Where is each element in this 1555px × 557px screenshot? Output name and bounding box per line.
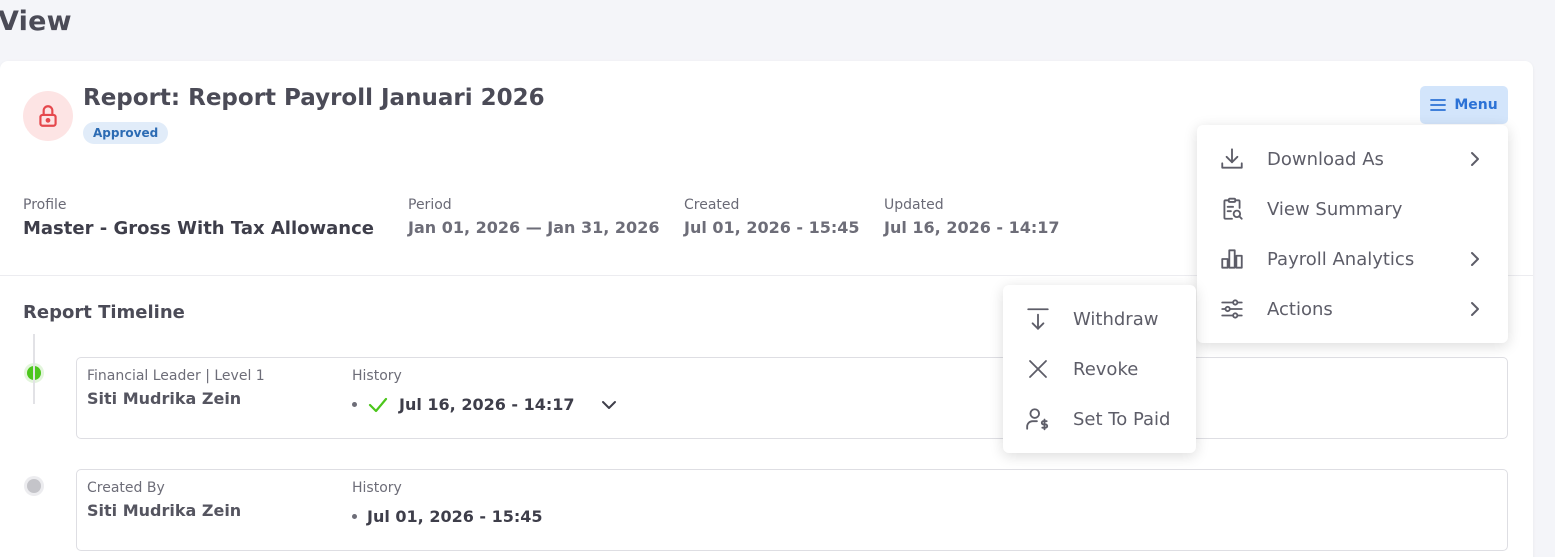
bar-chart-icon — [1219, 246, 1245, 272]
menu-item-download-as[interactable]: Download As — [1197, 134, 1508, 184]
lock-icon — [39, 105, 57, 127]
menu-item-view-summary[interactable]: View Summary — [1197, 184, 1508, 234]
meta-updated-label: Updated — [884, 197, 944, 213]
timeline-entry-name: Siti Mudrika Zein — [87, 501, 242, 520]
submenu-item-revoke[interactable]: Revoke — [1003, 344, 1196, 394]
menu-item-label: Actions — [1267, 298, 1333, 320]
menu-item-payroll-analytics[interactable]: Payroll Analytics — [1197, 234, 1508, 284]
bullet — [352, 514, 357, 519]
chevron-right-icon — [1468, 252, 1482, 266]
menu-button[interactable]: Menu — [1420, 86, 1508, 124]
meta-period-value: Jan 01, 2026 — Jan 31, 2026 — [408, 218, 660, 237]
timeline-title: Report Timeline — [23, 302, 185, 323]
meta-updated-value: Jul 16, 2026 - 14:17 — [884, 218, 1060, 237]
timeline-entry-history-label: History — [352, 368, 402, 384]
report-title: Report: Report Payroll Januari 2026 — [83, 85, 545, 111]
timeline-entry-history-value: Jul 01, 2026 - 15:45 — [367, 507, 543, 526]
user-dollar-icon — [1025, 406, 1051, 432]
menu-dropdown: Download As View Summary Payroll Analyti… — [1197, 125, 1508, 343]
menu-item-actions[interactable]: Actions — [1197, 284, 1508, 334]
clipboard-search-icon — [1219, 196, 1245, 222]
close-icon — [1025, 356, 1051, 382]
timeline-entry-history-label: History — [352, 480, 402, 496]
submenu-item-label: Withdraw — [1073, 308, 1159, 330]
menu-button-label: Menu — [1454, 97, 1498, 113]
timeline-dot-created — [24, 476, 44, 496]
timeline-entry-role: Financial Leader | Level 1 — [87, 368, 265, 384]
meta-created: Created Jul 01, 2026 - 15:45 — [684, 197, 860, 237]
timeline-connector — [33, 334, 35, 404]
submenu-item-set-to-paid[interactable]: Set To Paid — [1003, 394, 1196, 444]
download-icon — [1219, 146, 1245, 172]
meta-profile-value: Master - Gross With Tax Allowance — [23, 218, 374, 239]
submenu-item-withdraw[interactable]: Withdraw — [1003, 294, 1196, 344]
meta-created-value: Jul 01, 2026 - 15:45 — [684, 218, 860, 237]
meta-period: Period Jan 01, 2026 — Jan 31, 2026 — [408, 197, 659, 237]
submenu-item-label: Set To Paid — [1073, 408, 1171, 430]
chevron-right-icon — [1468, 302, 1482, 316]
meta-created-label: Created — [684, 197, 740, 213]
timeline-entry: Created By Siti Mudrika Zein History Jul… — [76, 469, 1508, 551]
timeline-entry-history: Jul 16, 2026 - 14:17 — [352, 395, 617, 414]
hamburger-icon — [1430, 99, 1447, 111]
chevron-down-icon[interactable] — [601, 400, 617, 410]
chevron-right-icon — [1468, 152, 1482, 166]
actions-submenu: Withdraw Revoke Set To Paid — [1003, 285, 1196, 453]
menu-item-label: Download As — [1267, 148, 1384, 170]
timeline-entry-history-value: Jul 16, 2026 - 14:17 — [399, 395, 575, 414]
page-title: View — [0, 6, 72, 37]
withdraw-icon — [1025, 306, 1051, 332]
timeline-entry-role: Created By — [87, 480, 165, 496]
meta-updated: Updated Jul 16, 2026 - 14:17 — [884, 197, 1060, 237]
sliders-icon — [1219, 296, 1245, 322]
submenu-item-label: Revoke — [1073, 358, 1139, 380]
status-badge: Approved — [83, 122, 169, 144]
meta-period-label: Period — [408, 197, 452, 213]
lock-avatar — [23, 91, 73, 141]
meta-profile: Profile Master - Gross With Tax Allowanc… — [23, 197, 374, 239]
menu-item-label: Payroll Analytics — [1267, 248, 1415, 270]
bullet — [352, 402, 357, 407]
timeline-entry-history: Jul 01, 2026 - 15:45 — [352, 507, 543, 526]
timeline-entry-name: Siti Mudrika Zein — [87, 389, 242, 408]
meta-profile-label: Profile — [23, 197, 67, 213]
timeline-entry: Financial Leader | Level 1 Siti Mudrika … — [76, 357, 1508, 439]
check-icon — [368, 397, 388, 412]
menu-item-label: View Summary — [1267, 198, 1403, 220]
